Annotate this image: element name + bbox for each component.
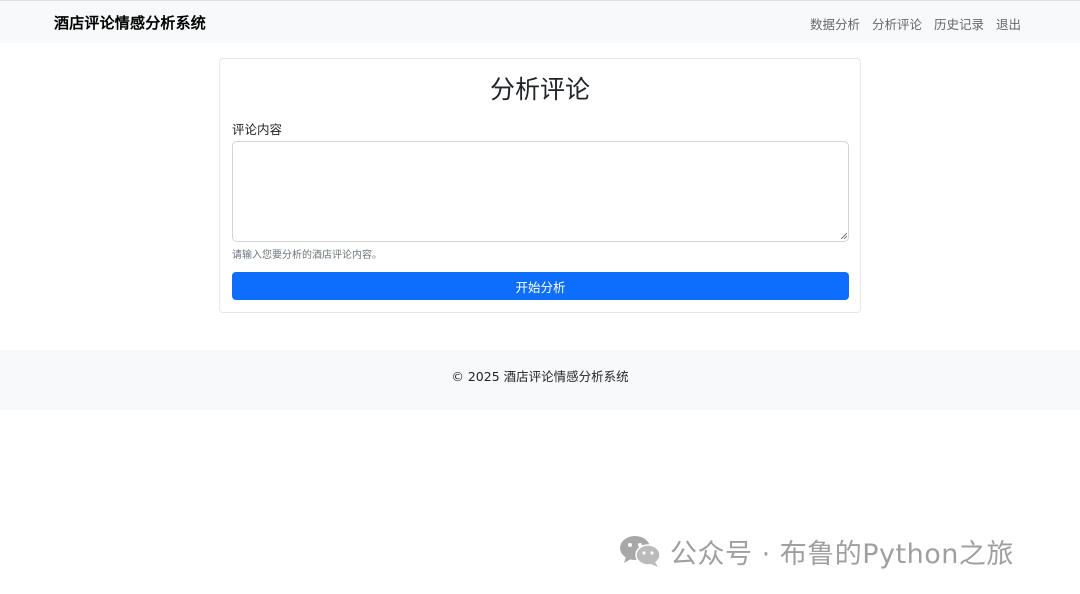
nav-link-history[interactable]: 历史记录 [934,14,984,33]
navbar-links: 数据分析 分析评论 历史记录 退出 [810,14,1021,33]
start-analysis-button[interactable]: 开始分析 [232,272,849,300]
nav-link-analyze-review[interactable]: 分析评论 [872,14,922,33]
watermark-text: 公众号 · 布鲁的Python之旅 [670,538,1014,570]
review-content-input[interactable] [232,141,849,242]
nav-link-logout[interactable]: 退出 [996,14,1021,33]
nav-link-data-analysis[interactable]: 数据分析 [810,14,860,33]
wechat-icon [620,536,661,567]
footer-copyright: © 2025 酒店评论情感分析系统 [451,369,629,384]
analyze-card: 分析评论 评论内容 请输入您要分析的酒店评论内容。 开始分析 [219,58,861,313]
review-help-text: 请输入您要分析的酒店评论内容。 [232,250,382,261]
page-title: 分析评论 [489,75,590,104]
watermark: 公众号 · 布鲁的Python之旅 [618,531,1014,571]
navbar: 酒店评论情感分析系统 数据分析 分析评论 历史记录 退出 [0,0,1080,43]
footer: © 2025 酒店评论情感分析系统 [0,350,1080,410]
resize-grip-icon[interactable] [840,232,847,239]
review-content-label: 评论内容 [232,122,283,137]
navbar-brand[interactable]: 酒店评论情感分析系统 [54,12,206,33]
